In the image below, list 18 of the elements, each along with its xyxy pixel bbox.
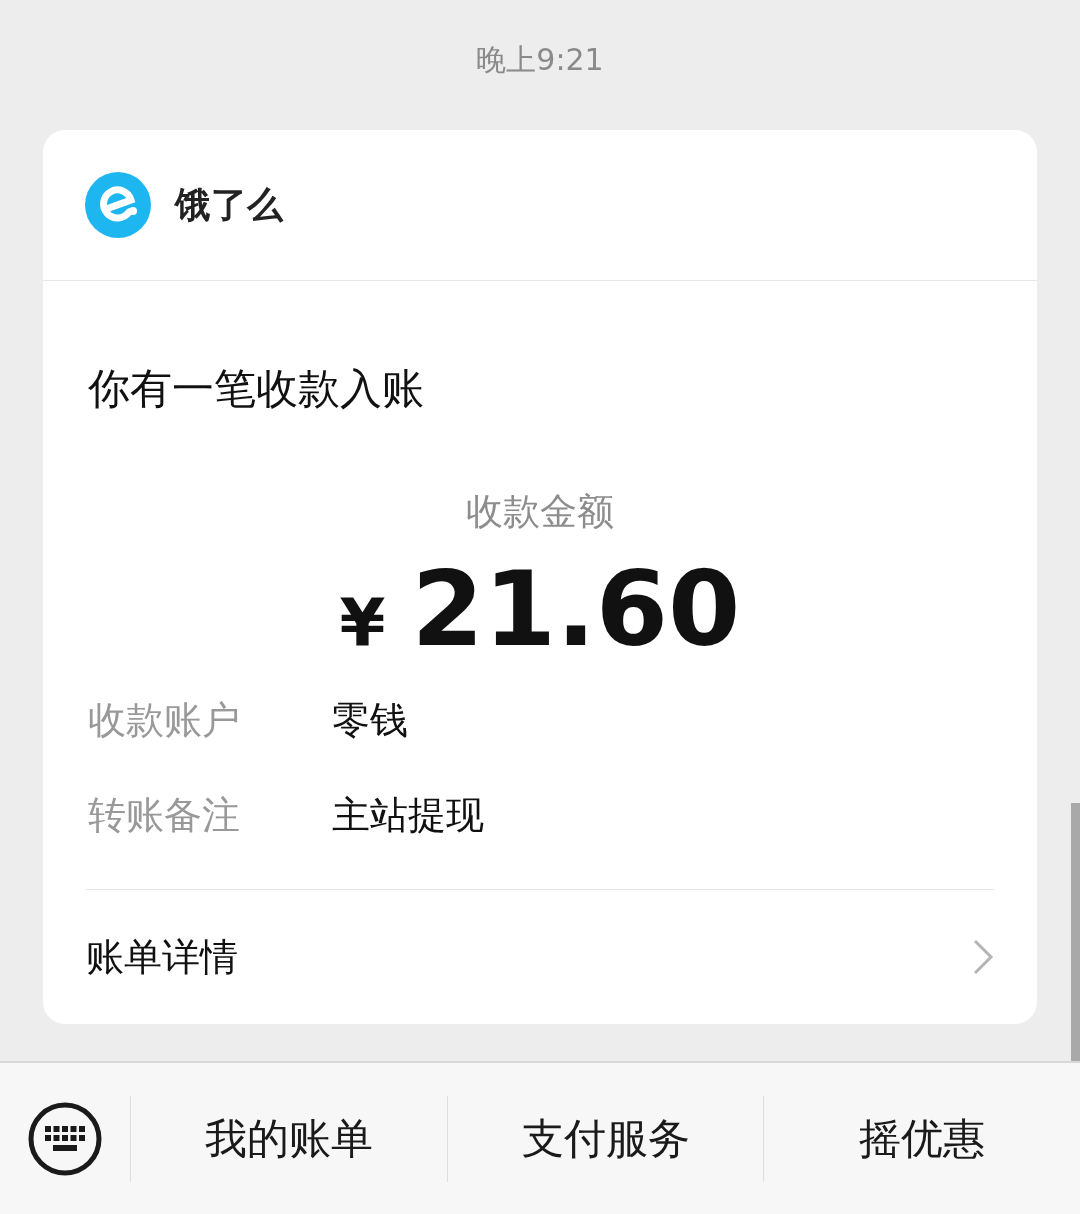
menu-item[interactable]: 摇优惠: [763, 1095, 1080, 1182]
menu-item[interactable]: 支付服务: [446, 1095, 764, 1182]
scrollbar[interactable]: [1071, 803, 1080, 1062]
detail-value: 零钱: [332, 697, 408, 744]
currency-symbol: ¥: [339, 584, 386, 661]
detail-label: 转账备注: [88, 792, 241, 839]
message-title: 你有一笔收款入账: [88, 363, 425, 415]
amount-label: 收款金额: [465, 489, 615, 535]
keyboard-icon[interactable]: [28, 1101, 102, 1176]
merchant-name: 饿了么: [175, 182, 283, 227]
logo-icon: [85, 172, 151, 238]
chevron-right-icon: [972, 938, 994, 976]
time: 晚上9:21: [476, 40, 604, 79]
amount: 21.60: [411, 557, 741, 661]
detail-value: 主站提现: [332, 792, 484, 839]
menu-item[interactable]: 我的账单: [130, 1095, 447, 1182]
bill-details-link[interactable]: 账单详情: [86, 931, 238, 983]
detail-label: 收款账户: [88, 697, 241, 744]
